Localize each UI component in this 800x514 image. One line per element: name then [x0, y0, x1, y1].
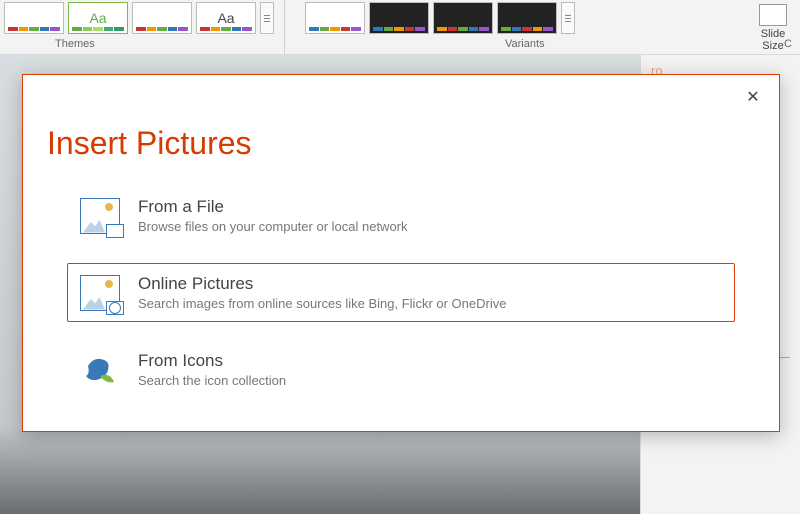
option-title: From a File	[138, 197, 408, 217]
theme-thumb[interactable]	[132, 2, 192, 34]
option-description: Search the icon collection	[138, 373, 286, 388]
variant-thumb[interactable]	[433, 2, 493, 34]
globe-subicon	[106, 301, 124, 315]
themes-group-label: Themes	[55, 38, 95, 50]
bird-leaf-icon	[80, 352, 120, 388]
option-description: Browse files on your computer or local n…	[138, 219, 408, 234]
option-title: From Icons	[138, 351, 286, 371]
variants-group-label: Variants	[505, 38, 545, 50]
picture-file-icon	[80, 198, 120, 234]
variant-thumb[interactable]	[369, 2, 429, 34]
dialog-options: From a File Browse files on your compute…	[23, 186, 779, 399]
option-online-pictures[interactable]: Online Pictures Search images from onlin…	[67, 263, 735, 322]
theme-thumb[interactable]	[4, 2, 64, 34]
slide-size-icon	[759, 4, 787, 26]
monitor-subicon	[106, 224, 124, 238]
dialog-title: Insert Pictures	[23, 75, 779, 186]
option-from-icons[interactable]: From Icons Search the icon collection	[67, 340, 735, 399]
option-title: Online Pictures	[138, 274, 506, 294]
picture-online-icon	[80, 275, 120, 311]
themes-more-icon[interactable]	[260, 2, 274, 34]
close-button[interactable]: ✕	[741, 85, 765, 109]
variant-thumb[interactable]	[497, 2, 557, 34]
theme-thumb[interactable]: Aa	[196, 2, 256, 34]
ribbon: Aa Aa Slide Size Themes Variants C	[0, 0, 800, 55]
theme-thumb[interactable]: Aa	[68, 2, 128, 34]
insert-pictures-dialog: ✕ Insert Pictures From a File Browse fil…	[22, 74, 780, 432]
option-description: Search images from online sources like B…	[138, 296, 506, 311]
close-icon: ✕	[746, 87, 759, 107]
variants-more-icon[interactable]	[561, 2, 575, 34]
variant-thumb[interactable]	[305, 2, 365, 34]
customize-label-fragment: C	[784, 38, 792, 50]
ribbon-group-labels: Themes Variants C	[0, 38, 800, 54]
option-from-file[interactable]: From a File Browse files on your compute…	[67, 186, 735, 245]
